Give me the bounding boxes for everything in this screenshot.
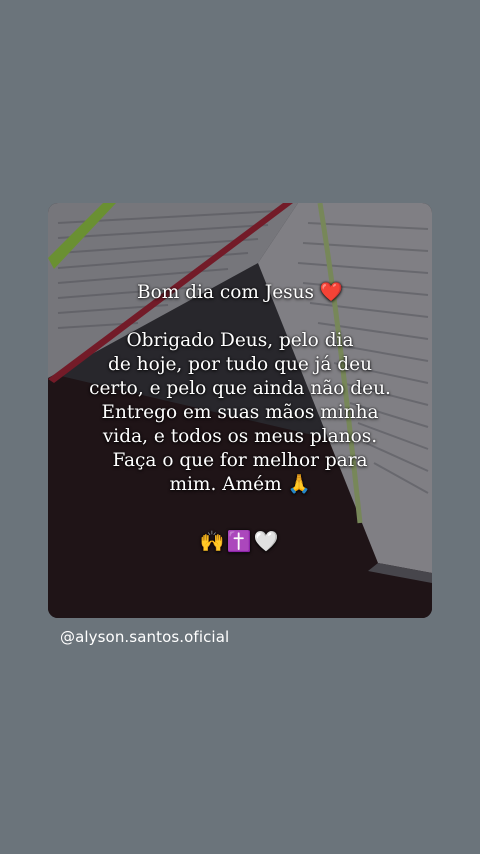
message-line: Faça o que for melhor para bbox=[112, 450, 368, 471]
message-line: Entrego em suas mãos minha bbox=[101, 402, 379, 423]
story-image-card: Bom dia com Jesus ❤️ Obrigado Deus, pelo… bbox=[48, 203, 432, 618]
devotional-text: Bom dia com Jesus ❤️ Obrigado Deus, pelo… bbox=[48, 281, 432, 553]
message-line: de hoje, por tudo que já deu bbox=[107, 354, 373, 375]
message-line: Obrigado Deus, pelo dia bbox=[126, 330, 354, 351]
message-line: mim. Amém 🙏 bbox=[169, 474, 311, 495]
message-line: certo, e pelo que ainda não deu. bbox=[89, 378, 391, 399]
username-tag[interactable]: @alyson.santos.oficial bbox=[60, 628, 229, 646]
greeting-text: Bom dia com Jesus ❤️ bbox=[137, 282, 343, 303]
message-body: Obrigado Deus, pelo dia de hoje, por tud… bbox=[48, 329, 432, 497]
emoji-row: 🙌✝️🤍 bbox=[199, 529, 281, 553]
message-line: vida, e todos os meus planos. bbox=[102, 426, 378, 447]
